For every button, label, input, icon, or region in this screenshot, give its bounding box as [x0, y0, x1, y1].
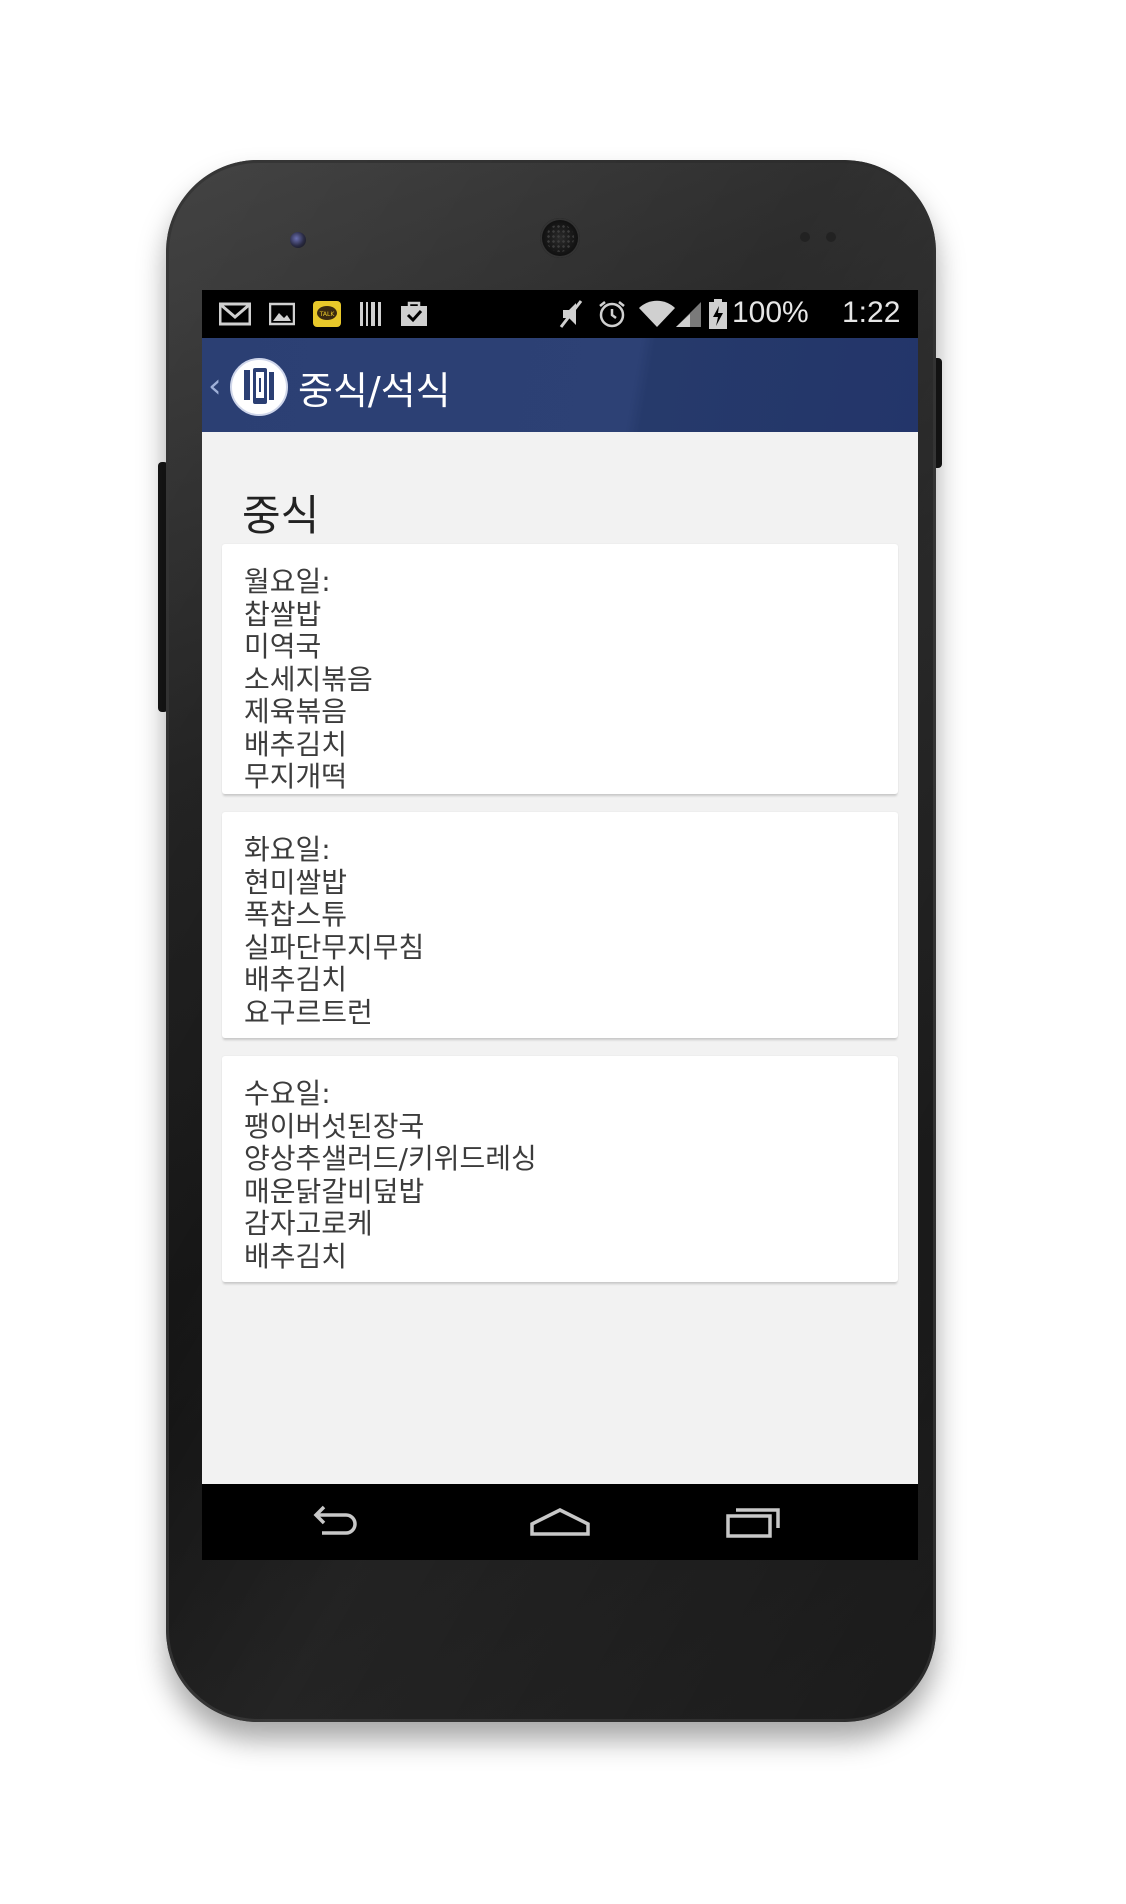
- proximity-sensor: [800, 232, 810, 242]
- menu-item: 미역국: [244, 630, 322, 663]
- section-title: 중식: [242, 491, 320, 540]
- signal-icon: [676, 300, 702, 328]
- day-menu-text: 월요일: 찹쌀밥 미역국 소세지볶음 제육볶음 배추김치 무지개떡: [244, 565, 373, 794]
- menu-item: 제육볶음: [244, 695, 348, 728]
- kakaotalk-icon: TALK: [312, 300, 342, 328]
- menu-item: 매운닭갈비덮밥: [244, 1174, 425, 1208]
- earpiece-speaker: [540, 218, 580, 258]
- mute-icon: [556, 300, 586, 328]
- menu-item: 소세지볶음: [244, 662, 373, 696]
- day-menu-text: 화요일: 현미쌀밥 폭찹스튜 실파단무지무침 배추김치 요구르트런: [244, 833, 425, 1029]
- wifi-icon: [638, 300, 676, 328]
- home-icon[interactable]: [520, 1498, 600, 1546]
- back-arrow-icon[interactable]: [294, 1498, 374, 1546]
- kakaotalk-badge: TALK: [319, 311, 336, 318]
- menu-item: 팽이버섯된장국: [244, 1109, 425, 1143]
- menu-item: 감자고로케: [244, 1207, 373, 1240]
- day-menu-text: 수요일: 팽이버섯된장국 양상추샐러드/키위드레싱 매운닭갈비덮밥 감자고로케 배추김치: [244, 1077, 537, 1273]
- day-card-tuesday: 화요일: 현미쌀밥 폭찹스튜 실파단무지무침 배추김치 요구르트런: [222, 812, 898, 1038]
- navigation-bar: [202, 1484, 918, 1560]
- clock: 1:22: [842, 296, 901, 329]
- menu-item: 배추김치: [244, 727, 348, 761]
- menu-item: 폭찹스튜: [244, 898, 348, 931]
- shopping-bag-icon: [398, 300, 430, 328]
- action-bar: ‹ 중식/석식: [202, 338, 918, 432]
- day-label: 월요일:: [244, 565, 331, 598]
- chevron-left-icon[interactable]: ‹: [208, 366, 222, 406]
- menu-item: 무지개떡: [244, 760, 348, 793]
- screen: TALK 100% 1:22 ‹ 중식/석식 중식 월요일: 찹쌀밥 미역국 소…: [202, 290, 918, 1560]
- menu-list[interactable]: 중식 월요일: 찹쌀밥 미역국 소세지볶음 제육볶음 배추김치 무지개떡 화요일: 현미쌀밥 폭…: [202, 432, 918, 1484]
- light-sensor: [826, 232, 836, 242]
- gmail-icon: [218, 300, 252, 328]
- menu-item: 양상추샐러드/키위드레싱: [244, 1142, 537, 1175]
- day-label: 수요일:: [244, 1077, 331, 1110]
- app-logo-icon[interactable]: [230, 358, 288, 416]
- recent-apps-icon[interactable]: [712, 1498, 792, 1546]
- day-card-monday: 월요일: 찹쌀밥 미역국 소세지볶음 제육볶음 배추김치 무지개떡: [222, 544, 898, 794]
- alarm-icon: [596, 300, 628, 328]
- gallery-icon: [268, 300, 296, 328]
- menu-item: 요구르트런: [244, 995, 373, 1029]
- menu-item: 배추김치: [244, 963, 348, 996]
- day-card-wednesday: 수요일: 팽이버섯된장국 양상추샐러드/키위드레싱 매운닭갈비덮밥 감자고로케 배추김치: [222, 1056, 898, 1282]
- menu-item: 찹쌀밥: [244, 597, 322, 631]
- menu-item: 현미쌀밥: [244, 865, 348, 899]
- barcode-icon: [358, 300, 384, 328]
- battery-percent: 100%: [732, 296, 809, 329]
- day-label: 화요일:: [244, 833, 331, 866]
- front-camera: [290, 232, 306, 248]
- battery-charging-icon: [708, 299, 728, 329]
- menu-item: 실파단무지무침: [244, 930, 425, 964]
- menu-item: 배추김치: [244, 1239, 348, 1273]
- status-bar: TALK 100% 1:22: [202, 290, 918, 338]
- page-title: 중식/석식: [298, 369, 451, 413]
